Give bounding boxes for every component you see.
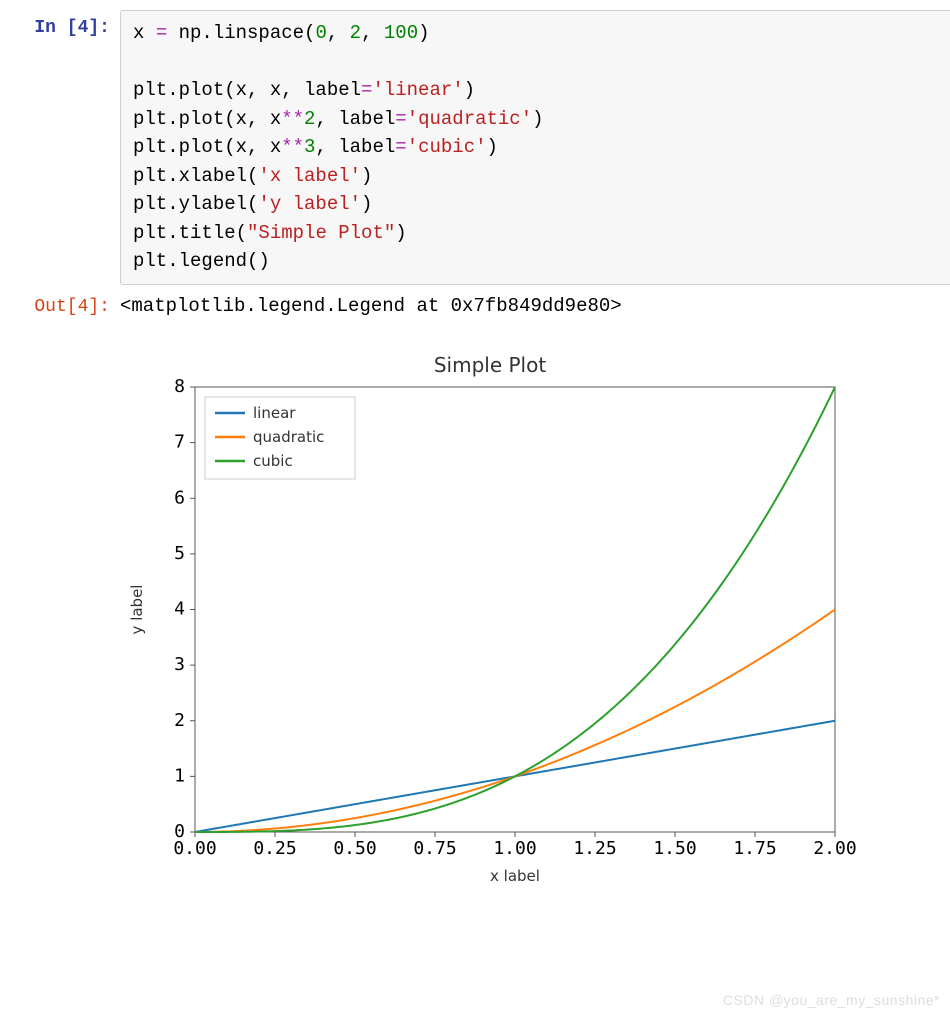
y-axis-label: y label: [128, 584, 146, 634]
output-cell: Out[4]: <matplotlib.legend.Legend at 0x7…: [10, 289, 950, 323]
ytick-label: 2: [174, 709, 185, 730]
xtick-label: 1.00: [493, 838, 536, 859]
xtick-label: 1.50: [653, 838, 696, 859]
out-prompt: Out[4]:: [10, 289, 120, 323]
chart-title: Simple Plot: [120, 353, 860, 377]
ytick-label: 0: [174, 821, 185, 842]
legend-label: linear: [253, 404, 296, 422]
ytick-label: 4: [174, 598, 185, 619]
input-cell: In [4]: x = np.linspace(0, 2, 100) plt.p…: [10, 10, 950, 285]
ytick-label: 6: [174, 487, 185, 508]
xtick-label: 0.75: [413, 838, 456, 859]
chart-output: Simple Plot 0.000.250.500.751.001.251.50…: [120, 353, 860, 897]
in-prompt: In [4]:: [10, 10, 120, 285]
ytick-label: 3: [174, 654, 185, 675]
xtick-label: 1.25: [573, 838, 616, 859]
ytick-label: 1: [174, 765, 185, 786]
ytick-label: 7: [174, 431, 185, 452]
legend-label: quadratic: [253, 428, 324, 446]
xtick-label: 0.50: [333, 838, 376, 859]
xtick-label: 0.25: [253, 838, 296, 859]
ytick-label: 5: [174, 542, 185, 563]
xtick-label: 2.00: [813, 838, 856, 859]
ytick-label: 8: [174, 377, 185, 397]
output-text: <matplotlib.legend.Legend at 0x7fb849dd9…: [120, 289, 950, 323]
legend-label: cubic: [253, 452, 293, 470]
xtick-label: 1.75: [733, 838, 776, 859]
series-quadratic: [195, 609, 835, 832]
x-axis-label: x label: [490, 867, 540, 885]
code-editor[interactable]: x = np.linspace(0, 2, 100) plt.plot(x, x…: [120, 10, 950, 285]
chart-svg: 0.000.250.500.751.001.251.501.752.000123…: [120, 377, 860, 897]
